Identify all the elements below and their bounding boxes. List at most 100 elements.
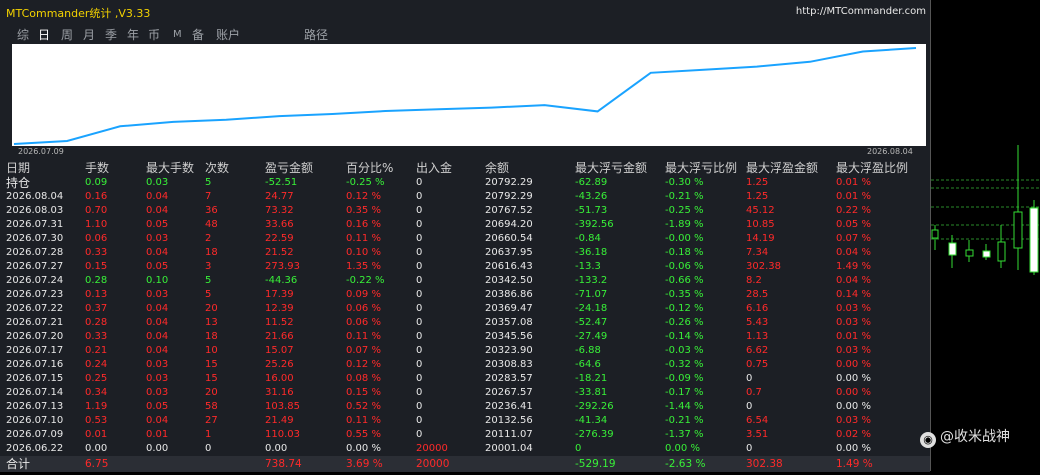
cell-balance: 20616.43 <box>485 261 533 272</box>
tab-summary[interactable]: 综 <box>17 26 29 44</box>
cell-max-dd-pct: -0.26 % <box>665 317 704 328</box>
cell-max-fp: 6.16 <box>746 303 769 314</box>
total-row: 合计 6.75 738.74 3.69 % 20000 -529.19 -2.63 % 302… <box>0 456 930 472</box>
column-header[interactable]: 最大手数 <box>146 160 194 176</box>
cell-max-fp: 5.43 <box>746 317 769 328</box>
cell-balance: 20111.07 <box>485 429 533 440</box>
price-chart-svg <box>931 145 1040 275</box>
cell-pct: 0.11 % <box>346 415 381 426</box>
cell-max-dd: -0.84 <box>575 233 601 244</box>
column-header[interactable]: 出入金 <box>416 160 452 176</box>
cell-max-dd-pct: -1.44 % <box>665 401 704 412</box>
cell-max-fp-pct: 0.00 % <box>836 387 871 398</box>
cell-max-fp: 10.85 <box>746 219 775 230</box>
tab-path[interactable]: 路径 <box>304 26 328 44</box>
window-title: MTCommander统计 ,V3.33 <box>6 7 151 20</box>
cell-max-fp-pct: 0.01 % <box>836 177 871 188</box>
cell-lots: 1.10 <box>85 219 108 230</box>
cell-pnl: 22.59 <box>265 233 294 244</box>
cell-deposit: 0 <box>416 331 423 342</box>
cell-balance: 20323.90 <box>485 345 533 356</box>
tab-account[interactable]: 账户 <box>216 26 240 44</box>
table-row: 2026.07.10 0.53 0.04 27 21.49 0.11 % 0 20132.56… <box>0 414 930 428</box>
cell-pnl: 21.52 <box>265 247 294 258</box>
cell-max-lots: 0.03 <box>146 373 169 384</box>
cell-max-dd: -133.2 <box>575 275 608 286</box>
cell-lots: 0.33 <box>85 331 108 342</box>
cell-count: 15 <box>205 373 218 384</box>
cell-pnl: 12.39 <box>265 303 294 314</box>
column-header[interactable]: 日期 <box>6 160 30 176</box>
column-header[interactable]: 次数 <box>205 160 229 176</box>
tab-week[interactable]: 周 <box>61 26 73 44</box>
website-link[interactable]: http://MTCommander.com <box>796 6 926 17</box>
cell-max-lots: 0.04 <box>146 317 169 328</box>
cell-lots: 0.53 <box>85 415 108 426</box>
cell-pct: 0.10 % <box>346 247 381 258</box>
tab-m[interactable]: M <box>173 26 182 44</box>
cell-lots: 0.13 <box>85 289 108 300</box>
column-header[interactable]: 最大浮盈比例 <box>836 160 908 176</box>
column-header[interactable]: 百分比% <box>346 160 393 176</box>
cell-lots: 0.09 <box>85 177 108 188</box>
table-row: 2026.07.22 0.37 0.04 20 12.39 0.06 % 0 20369.47… <box>0 302 930 316</box>
cell-max-fp: 0 <box>746 443 753 454</box>
cell-max-lots: 0.03 <box>146 289 169 300</box>
cell-count: 18 <box>205 331 218 342</box>
cell-max-dd: -62.89 <box>575 177 608 188</box>
tab-quarter[interactable]: 季 <box>105 26 117 44</box>
cell-balance: 20283.57 <box>485 373 533 384</box>
column-header[interactable]: 手数 <box>85 160 109 176</box>
cell-max-dd: -52.47 <box>575 317 608 328</box>
cell-pct: 0.12 % <box>346 359 381 370</box>
cell-balance: 20792.29 <box>485 177 533 188</box>
cell-deposit: 0 <box>416 415 423 426</box>
cell-max-dd-pct: -0.21 % <box>665 415 704 426</box>
cell-count: 5 <box>205 275 212 286</box>
cell-lots: 0.37 <box>85 303 108 314</box>
cell-pnl: 15.07 <box>265 345 294 356</box>
cell-max-lots: 0.04 <box>146 345 169 356</box>
balance-chart <box>12 44 926 146</box>
cell-max-dd-pct: 0.00 % <box>665 443 700 454</box>
price-chart-area <box>931 0 1040 471</box>
cell-max-dd-pct: -0.32 % <box>665 359 704 370</box>
cell-max-dd-pct: -0.17 % <box>665 387 704 398</box>
chart-end-date: 2026.08.04 <box>867 147 913 156</box>
cell-max-fp-pct: 1.49 % <box>836 261 871 272</box>
tab-currency[interactable]: 币 <box>148 26 160 44</box>
table-row: 2026.07.30 0.06 0.03 2 22.59 0.11 % 0 20660.54 -… <box>0 232 930 246</box>
column-header[interactable]: 最大浮亏比例 <box>665 160 737 176</box>
tab-backup[interactable]: 备 <box>192 26 204 44</box>
cell-deposit: 20000 <box>416 443 448 454</box>
tab-year[interactable]: 年 <box>127 26 139 44</box>
title-bar: MTCommander统计 ,V3.33 http://MTCommander.… <box>0 0 930 22</box>
cell-pnl: 21.66 <box>265 331 294 342</box>
cell-date: 2026.07.21 <box>6 317 64 328</box>
table-row: 2026.07.09 0.01 0.01 1 110.03 0.55 % 0 20111.07… <box>0 428 930 442</box>
column-header[interactable]: 余额 <box>485 160 509 176</box>
cell-pnl: 17.39 <box>265 289 294 300</box>
tab-day[interactable]: 日 <box>38 26 50 44</box>
cell-pct: 0.15 % <box>346 387 381 398</box>
table-row: 2026.07.17 0.21 0.04 10 15.07 0.07 % 0 20323.90… <box>0 344 930 358</box>
cell-count: 3 <box>205 261 212 272</box>
column-header[interactable]: 最大浮亏金额 <box>575 160 647 176</box>
cell-max-dd: -24.18 <box>575 303 608 314</box>
cell-pct: 0.06 % <box>346 303 381 314</box>
cell-deposit: 0 <box>416 429 423 440</box>
cell-date: 2026.08.04 <box>6 191 64 202</box>
cell-max-fp-pct: 0.00 % <box>836 359 871 370</box>
column-header[interactable]: 最大浮盈金额 <box>746 160 818 176</box>
table-row: 2026.07.23 0.13 0.03 5 17.39 0.09 % 0 20386.86 -… <box>0 288 930 302</box>
cell-max-dd: -529.19 <box>575 458 616 470</box>
cell-max-dd: -13.3 <box>575 261 601 272</box>
column-header[interactable]: 盈亏金额 <box>265 160 313 176</box>
cell-deposit: 0 <box>416 261 423 272</box>
cell-max-lots: 0.03 <box>146 359 169 370</box>
cell-max-dd-pct: -0.03 % <box>665 345 704 356</box>
cell-max-fp: 45.12 <box>746 205 775 216</box>
cell-count: 10 <box>205 345 218 356</box>
cell-max-fp-pct: 0.01 % <box>836 331 871 342</box>
tab-month[interactable]: 月 <box>83 26 95 44</box>
